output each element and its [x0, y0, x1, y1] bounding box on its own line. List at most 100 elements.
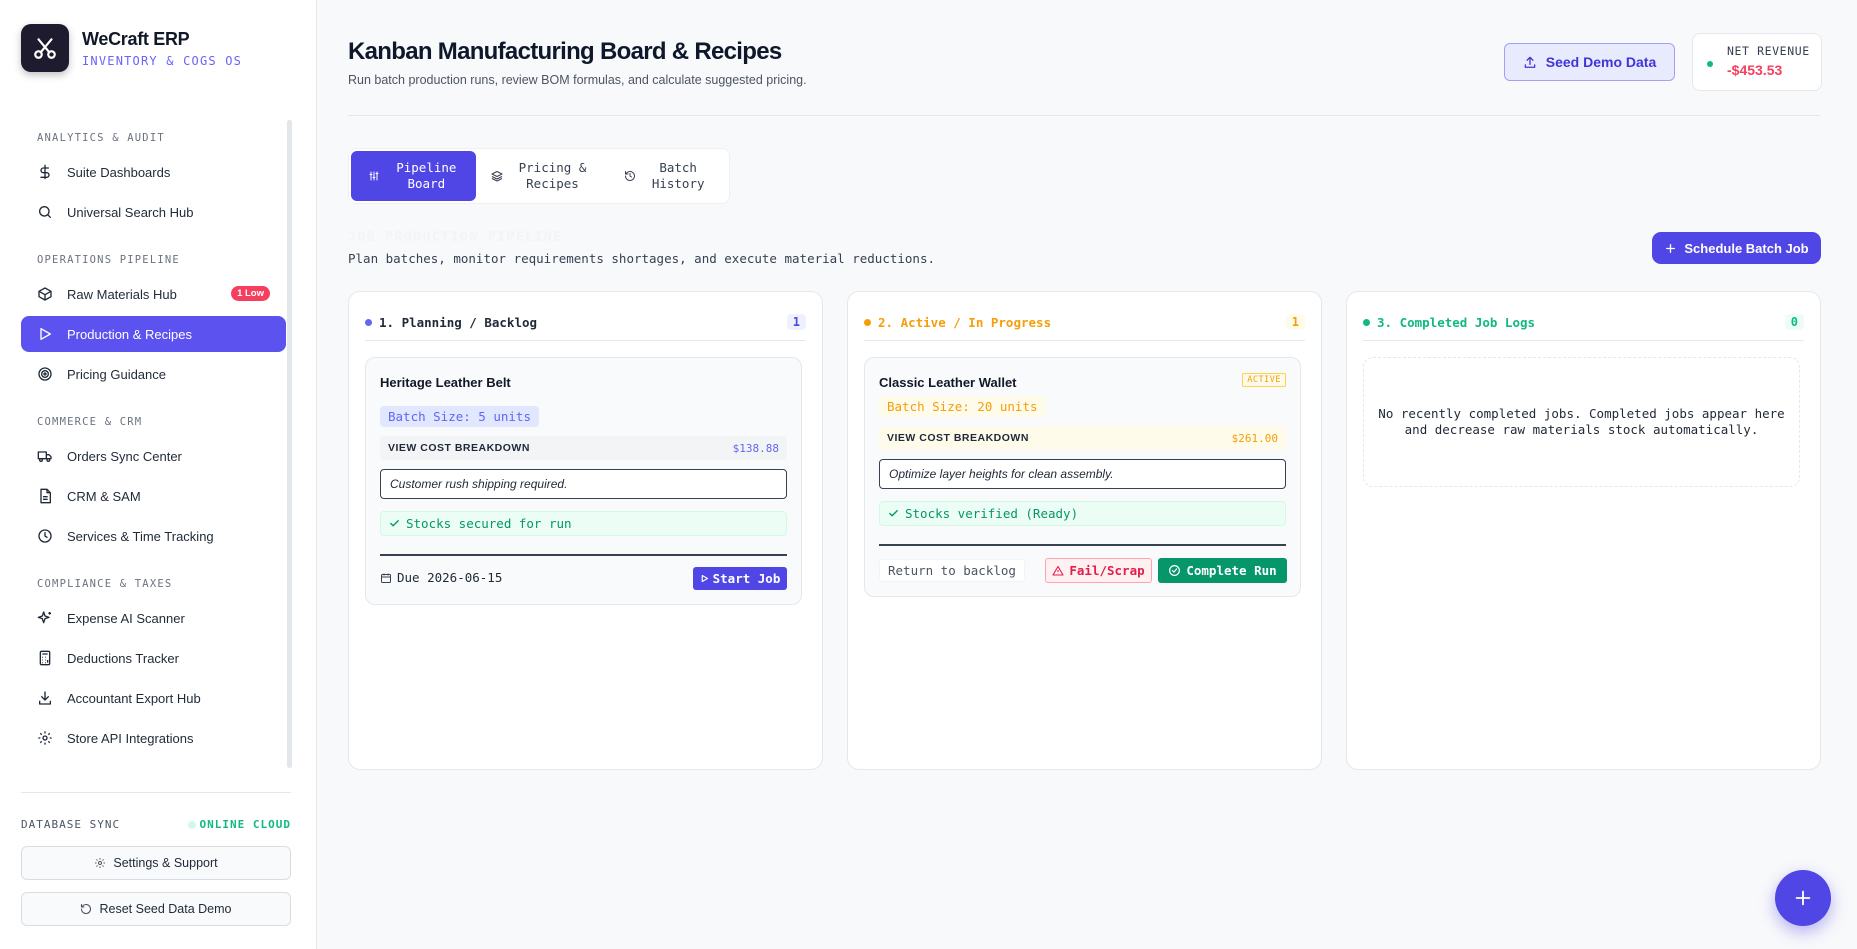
sidebar-item-crm-sam[interactable]: CRM & SAM — [21, 478, 286, 514]
active-in-progress-column: 2. Active / In Progress 1 Classic Leathe… — [847, 291, 1322, 770]
job-note-input[interactable]: Optimize layer heights for clean assembl… — [879, 459, 1286, 489]
revenue-status-dot-icon — [1707, 61, 1713, 67]
column-title: 2. Active / In Progress — [878, 314, 1052, 330]
sidebar-item-services-time[interactable]: Services & Time Tracking — [21, 518, 286, 554]
settings-support-button[interactable]: Settings & Support — [21, 846, 291, 880]
column-title: 1. Planning / Backlog — [379, 314, 538, 330]
download-icon — [39, 691, 51, 705]
truck-icon — [37, 451, 52, 462]
stock-status: Stocks secured for run — [380, 511, 787, 536]
low-stock-badge: 1 Low — [231, 286, 270, 301]
net-revenue-card: NET REVENUE -$453.53 — [1692, 33, 1822, 91]
sidebar-item-accountant-export[interactable]: Accountant Export Hub — [21, 680, 286, 716]
empty-state-message: No recently completed jobs. Completed jo… — [1363, 357, 1800, 487]
complete-run-button[interactable]: Complete Run — [1158, 558, 1287, 583]
reset-seed-data-button[interactable]: Reset Seed Data Demo — [21, 892, 291, 926]
settings-support-label: Settings & Support — [113, 856, 218, 870]
stock-status-label: Stocks secured for run — [406, 516, 572, 531]
cost-breakdown-label: VIEW COST BREAKDOWN — [388, 442, 530, 454]
pipeline-description: Plan batches, monitor requirements short… — [348, 251, 935, 266]
job-card-classic-leather-wallet[interactable]: Classic Leather Wallet ACTIVE Batch Size… — [864, 357, 1301, 597]
view-cost-breakdown-toggle[interactable]: VIEW COST BREAKDOWN $261.00 — [879, 426, 1286, 450]
sidebar-item-suite-dashboards[interactable]: Suite Dashboards — [21, 154, 286, 190]
history-icon — [625, 171, 636, 181]
column-divider — [1363, 340, 1804, 341]
active-status-badge: ACTIVE — [1242, 373, 1286, 387]
sidebar-item-production-recipes[interactable]: Production & Recipes — [21, 316, 286, 352]
column-divider — [365, 340, 806, 341]
sidebar-item-label: Services & Time Tracking — [67, 528, 214, 544]
nav-section-title: ANALYTICS & AUDIT — [37, 132, 165, 144]
sidebar-item-label: CRM & SAM — [67, 488, 141, 504]
main-content: Kanban Manufacturing Board & Recipes Run… — [317, 0, 1857, 949]
page-title: Kanban Manufacturing Board & Recipes — [348, 38, 782, 65]
sidebar-item-universal-search[interactable]: Universal Search Hub — [21, 194, 286, 230]
check-icon — [889, 510, 898, 517]
sidebar-item-store-api[interactable]: Store API Integrations — [21, 720, 286, 756]
net-revenue-value: -$453.53 — [1727, 62, 1783, 78]
sidebar-scrollbar-thumb[interactable] — [287, 120, 292, 768]
sidebar-item-expense-scanner[interactable]: Expense AI Scanner — [21, 600, 286, 636]
sidebar-item-label: Production & Recipes — [67, 326, 193, 342]
sidebar-item-label: Accountant Export Hub — [67, 690, 201, 706]
fail-scrap-button[interactable]: Fail/Scrap — [1045, 558, 1152, 583]
sidebar-item-orders-sync[interactable]: Orders Sync Center — [21, 438, 286, 474]
schedule-batch-job-label: Schedule Batch Job — [1684, 240, 1809, 256]
column-header: 2. Active / In Progress 1 — [864, 312, 1305, 332]
tab-label: Pipeline Board — [396, 160, 457, 191]
upload-icon — [1524, 56, 1536, 68]
tab-pricing-recipes[interactable]: Pricing & Recipes — [476, 151, 604, 201]
job-name: Classic Leather Wallet — [879, 375, 1017, 390]
sidebar-item-label: Suite Dashboards — [67, 164, 171, 180]
sidebar-item-label: Store API Integrations — [67, 730, 194, 746]
tab-batch-history[interactable]: Batch History — [603, 151, 727, 201]
nav-section-title: COMMERCE & CRM — [37, 416, 143, 428]
card-divider — [879, 544, 1286, 546]
job-card-heritage-leather-belt[interactable]: Heritage Leather Belt Batch Size: 5 unit… — [365, 357, 802, 605]
sidebar-item-pricing-guidance[interactable]: Pricing Guidance — [21, 356, 286, 392]
box-icon — [38, 287, 52, 301]
brand-title: WeCraft ERP — [82, 28, 190, 49]
warning-icon — [1052, 565, 1064, 576]
floating-add-button[interactable] — [1775, 870, 1831, 926]
sidebar-item-label: Orders Sync Center — [67, 448, 182, 464]
job-note-input[interactable]: Customer rush shipping required. — [380, 469, 787, 499]
pipeline-section-title: JOB PRODUCTION PIPELINE — [348, 230, 563, 245]
calculator-icon — [39, 650, 51, 666]
brand[interactable]: WeCraft ERP INVENTORY & COGS OS — [21, 24, 242, 72]
tab-label: Pricing & Recipes — [518, 160, 587, 191]
sidebar-item-deductions[interactable]: Deductions Tracker — [21, 640, 286, 676]
plus-icon — [1795, 890, 1811, 906]
seed-demo-data-button[interactable]: Seed Demo Data — [1504, 43, 1675, 81]
page-subtitle: Run batch production runs, review BOM fo… — [348, 73, 807, 87]
complete-run-label: Complete Run — [1186, 563, 1277, 578]
return-to-backlog-button[interactable]: Return to backlog — [879, 559, 1025, 582]
due-date: Due 2026-06-15 — [380, 570, 502, 585]
database-sync-status: DATABASE SYNC ONLINE CLOUD — [21, 818, 291, 831]
sliders-icon — [369, 171, 379, 181]
nav-section-title: COMPLIANCE & TAXES — [37, 578, 173, 590]
calendar-icon — [381, 573, 391, 583]
refresh-icon — [81, 903, 92, 915]
start-job-button[interactable]: Start Job — [693, 567, 787, 590]
gear-icon — [38, 731, 52, 745]
schedule-batch-job-button[interactable]: Schedule Batch Job — [1652, 232, 1821, 264]
start-job-label: Start Job — [712, 571, 781, 586]
cost-breakdown-label: VIEW COST BREAKDOWN — [887, 432, 1029, 444]
scissors-logo-icon — [21, 24, 69, 72]
play-icon — [701, 574, 708, 583]
cost-value: $261.00 — [1231, 431, 1278, 445]
database-sync-label: DATABASE SYNC — [21, 818, 121, 831]
fail-scrap-label: Fail/Scrap — [1069, 563, 1145, 578]
sidebar-item-label: Expense AI Scanner — [67, 610, 185, 626]
column-count: 1 — [1285, 314, 1305, 330]
completed-dot-icon — [1363, 318, 1370, 326]
sidebar-item-label: Deductions Tracker — [67, 650, 179, 666]
check-icon — [390, 520, 399, 527]
batch-size-badge: Batch Size: 20 units — [879, 396, 1046, 417]
sidebar-item-raw-materials[interactable]: Raw Materials Hub 1 Low — [21, 276, 286, 312]
tab-label: Batch History — [651, 160, 705, 191]
tab-pipeline-board[interactable]: Pipeline Board — [351, 151, 476, 201]
view-cost-breakdown-toggle[interactable]: VIEW COST BREAKDOWN $138.88 — [380, 436, 787, 460]
column-header: 3. Completed Job Logs 0 — [1363, 312, 1804, 332]
